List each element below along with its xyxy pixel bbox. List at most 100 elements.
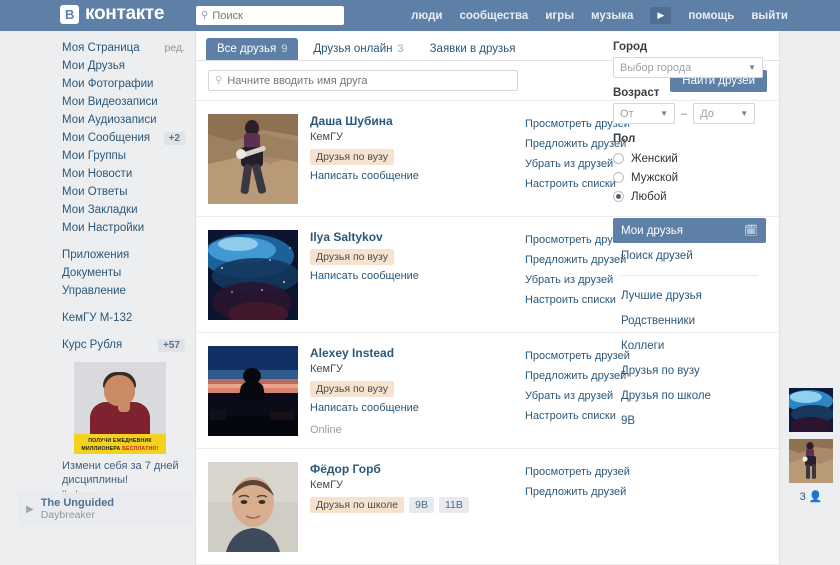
- sidebar-label: КемГУ М-132: [62, 312, 132, 324]
- ad-banner-line2b: БЕСПЛАТНО!: [122, 446, 158, 452]
- ad-image[interactable]: ПОЛУЧИ ЕЖЕДНЕВНИК МИЛЛИОНЕРА БЕСПЛАТНО!: [74, 362, 166, 454]
- write-message-link[interactable]: Написать сообщение: [310, 270, 495, 282]
- sidebar-item-group-kemgu[interactable]: КемГУ М-132: [50, 309, 195, 327]
- tab-label: Все друзья: [217, 43, 276, 55]
- nav-people[interactable]: люди: [411, 10, 442, 22]
- friend-list-chip[interactable]: Друзья по вузу: [310, 149, 394, 165]
- sidebar-spacer: [50, 237, 195, 246]
- sidebar-item-my-news[interactable]: Мои Новости: [50, 165, 195, 183]
- right-sidebar: Город Выбор города ▼ Возраст От ▼ – До ▼…: [781, 31, 840, 510]
- sidebar-advertisement[interactable]: ПОЛУЧИ ЕЖЕДНЕВНИК МИЛЛИОНЕРА БЕСПЛАТНО! …: [62, 362, 184, 501]
- play-icon[interactable]: ▶: [26, 504, 34, 515]
- list-item-my-friends[interactable]: Мои друзья 🗓: [613, 218, 766, 243]
- sidebar-label: Моя Страница: [62, 42, 140, 54]
- girl-guitar-thumb-image: [789, 439, 833, 483]
- photo-count-value: 3: [800, 491, 806, 503]
- age-to-select[interactable]: До ▼: [693, 103, 755, 124]
- gender-option-any[interactable]: Любой: [613, 187, 780, 206]
- avatar[interactable]: [208, 114, 298, 204]
- friend-class-chip-9v[interactable]: 9В: [409, 497, 434, 513]
- friend-name[interactable]: Alexey Instead: [310, 346, 495, 361]
- list-item-relatives[interactable]: Родственники: [613, 308, 766, 333]
- friend-search-box[interactable]: ⚲: [208, 70, 518, 91]
- sidebar-item-my-groups[interactable]: Мои Группы: [50, 147, 195, 165]
- nav-music[interactable]: музыка: [591, 10, 633, 22]
- gender-option-label: Мужской: [631, 172, 678, 184]
- list-label: Друзья по школе: [621, 390, 711, 402]
- action-suggest-friends[interactable]: Предложить друзей: [525, 482, 630, 502]
- list-item-school-friends[interactable]: Друзья по школе: [613, 383, 766, 408]
- sidebar-item-apps[interactable]: Приложения: [50, 246, 195, 264]
- sidebar-label: Мои Фотографии: [62, 78, 153, 90]
- thumbnail-girl-guitar[interactable]: [789, 439, 833, 483]
- sidebar-item-my-answers[interactable]: Мои Ответы: [50, 183, 195, 201]
- player-track-artist: Daybreaker: [41, 509, 114, 521]
- play-arrow-icon[interactable]: ▶: [650, 7, 671, 24]
- age-from-select[interactable]: От ▼: [613, 103, 675, 124]
- calendar-icon[interactable]: 🗓: [744, 224, 758, 237]
- friend-name[interactable]: Даша Шубина: [310, 114, 495, 129]
- sidebar-item-my-messages[interactable]: Мои Сообщения +2: [50, 129, 195, 147]
- list-item-class-9v[interactable]: 9В: [613, 408, 766, 433]
- radio-icon[interactable]: [613, 172, 624, 183]
- age-to-value: До: [700, 108, 714, 120]
- sidebar-item-ruble-rate[interactable]: Курс Рубля +57: [50, 336, 195, 354]
- friend-search-input[interactable]: [227, 75, 511, 87]
- sidebar-item-my-settings[interactable]: Мои Настройки: [50, 219, 195, 237]
- friend-class-chip-11v[interactable]: 11В: [439, 497, 469, 513]
- chevron-down-icon: ▼: [748, 63, 756, 72]
- audio-player-widget[interactable]: ▶ The Unguided Daybreaker: [18, 492, 193, 526]
- ad-text[interactable]: Измени себя за 7 дней дисциплины!: [62, 459, 187, 487]
- global-search[interactable]: ⚲: [196, 6, 344, 25]
- nav-communities[interactable]: сообщества: [459, 10, 528, 22]
- sidebar-item-my-videos[interactable]: Мои Видеозаписи: [50, 93, 195, 111]
- friend-name[interactable]: Ilya Saltykov: [310, 230, 495, 245]
- search-input[interactable]: [212, 10, 332, 22]
- list-item-find-friends[interactable]: Поиск друзей: [613, 243, 766, 268]
- friend-lists-nav: Мои друзья 🗓 Поиск друзей Лучшие друзья …: [613, 218, 766, 433]
- edit-link[interactable]: ред.: [165, 42, 186, 54]
- sidebar-item-management[interactable]: Управление: [50, 282, 195, 300]
- nav-games[interactable]: игры: [545, 10, 574, 22]
- thumbnail-blue-nebula[interactable]: [789, 388, 833, 432]
- sidebar-item-my-friends[interactable]: Мои Друзья: [50, 57, 195, 75]
- city-select[interactable]: Выбор города ▼: [613, 57, 763, 78]
- sidebar-item-my-audio[interactable]: Мои Аудиозаписи: [50, 111, 195, 129]
- list-item-best-friends[interactable]: Лучшие друзья: [613, 283, 766, 308]
- friend-info: Даша Шубина КемГУ Друзья по вузу Написат…: [310, 114, 495, 204]
- tab-all-friends[interactable]: Все друзья 9: [206, 38, 298, 60]
- friend-list-chip[interactable]: Друзья по вузу: [310, 381, 394, 397]
- gender-option-male[interactable]: Мужской: [613, 168, 780, 187]
- gender-option-female[interactable]: Женский: [613, 149, 780, 168]
- avatar[interactable]: [208, 462, 298, 552]
- friend-university: КемГУ: [310, 362, 495, 377]
- friend-name[interactable]: Фёдор Горб: [310, 462, 495, 477]
- nav-help[interactable]: помощь: [688, 10, 734, 22]
- write-message-link[interactable]: Написать сообщение: [310, 402, 495, 414]
- write-message-link[interactable]: Написать сообщение: [310, 170, 495, 182]
- radio-icon-selected[interactable]: [613, 191, 624, 202]
- friend-list-chip[interactable]: Друзья по вузу: [310, 249, 394, 265]
- sidebar-item-documents[interactable]: Документы: [50, 264, 195, 282]
- friend-list-chip[interactable]: Друзья по школе: [310, 497, 404, 513]
- action-view-friends[interactable]: Просмотреть друзей: [525, 462, 630, 482]
- tab-friends-online[interactable]: Друзья онлайн 3: [302, 38, 414, 60]
- sidebar-item-my-page[interactable]: Моя Страница ред.: [50, 39, 195, 57]
- friend-chips: Друзья по вузу: [310, 149, 495, 165]
- sidebar-label: Мои Видеозаписи: [62, 96, 158, 108]
- left-sidebar: Моя Страница ред. Мои Друзья Мои Фотогра…: [50, 31, 195, 510]
- friend-actions: Просмотреть друзей Предложить друзей: [525, 462, 630, 552]
- list-item-university-friends[interactable]: Друзья по вузу: [613, 358, 766, 383]
- sidebar-label: Приложения: [62, 249, 129, 261]
- tab-friend-requests[interactable]: Заявки в друзья: [419, 38, 527, 60]
- avatar[interactable]: [208, 346, 298, 436]
- radio-icon[interactable]: [613, 153, 624, 164]
- sidebar-item-my-photos[interactable]: Мои Фотографии: [50, 75, 195, 93]
- sidebar-item-my-bookmarks[interactable]: Мои Закладки: [50, 201, 195, 219]
- vk-logo[interactable]: В контакте: [60, 3, 164, 25]
- nav-logout[interactable]: выйти: [751, 10, 788, 22]
- chevron-down-icon: ▼: [660, 109, 668, 118]
- avatar[interactable]: [208, 230, 298, 320]
- friend-info: Ilya Saltykov Друзья по вузу Написать со…: [310, 230, 495, 320]
- list-item-colleagues[interactable]: Коллеги: [613, 333, 766, 358]
